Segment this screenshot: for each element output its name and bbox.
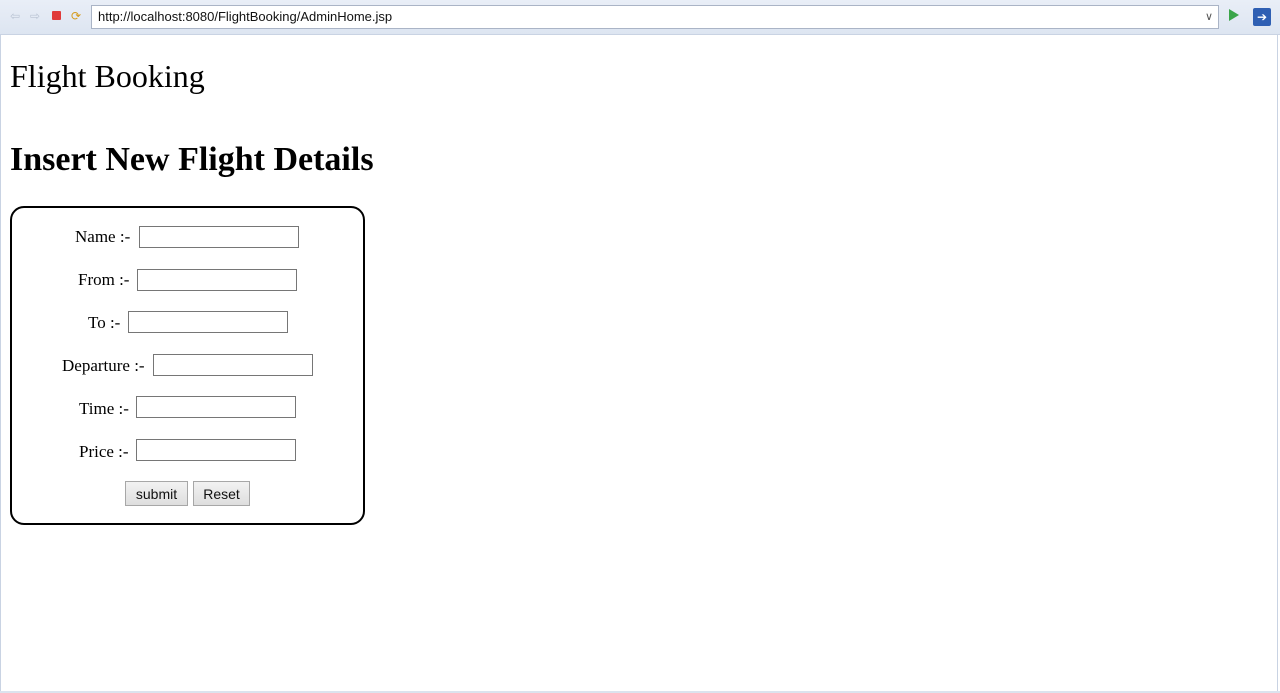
site-title: Flight Booking <box>10 58 205 94</box>
page-heading: Insert New Flight Details <box>10 141 374 178</box>
price-input[interactable] <box>136 439 296 461</box>
stop-icon[interactable] <box>49 9 63 23</box>
forward-arrow-icon[interactable]: ⇨ <box>28 9 42 23</box>
from-input[interactable] <box>137 269 297 291</box>
address-bar[interactable]: http://localhost:8080/FlightBooking/Admi… <box>91 5 1219 29</box>
to-label: To :- <box>88 313 121 332</box>
departure-label: Departure :- <box>62 356 145 375</box>
open-external-icon[interactable]: ➔ <box>1253 8 1271 26</box>
submit-button[interactable]: submit <box>125 481 188 506</box>
frame-border <box>0 34 1 693</box>
refresh-icon[interactable]: ⟳ <box>69 9 83 23</box>
address-url: http://localhost:8080/FlightBooking/Admi… <box>98 9 393 24</box>
chevron-down-icon[interactable]: ∨ <box>1205 6 1213 28</box>
back-arrow-icon[interactable]: ⇦ <box>8 9 22 23</box>
browser-toolbar: ⇦ ⇨ ⟳ http://localhost:8080/FlightBookin… <box>0 0 1280 35</box>
name-label: Name :- <box>75 227 131 246</box>
go-icon[interactable] <box>1229 9 1239 21</box>
time-label: Time :- <box>79 399 129 418</box>
from-label: From :- <box>78 270 130 289</box>
reset-button[interactable]: Reset <box>193 481 250 506</box>
time-input[interactable] <box>136 396 296 418</box>
name-input[interactable] <box>139 226 299 248</box>
to-input[interactable] <box>128 311 288 333</box>
price-label: Price :- <box>79 442 129 461</box>
frame-border <box>1277 34 1278 693</box>
departure-input[interactable] <box>153 354 313 376</box>
